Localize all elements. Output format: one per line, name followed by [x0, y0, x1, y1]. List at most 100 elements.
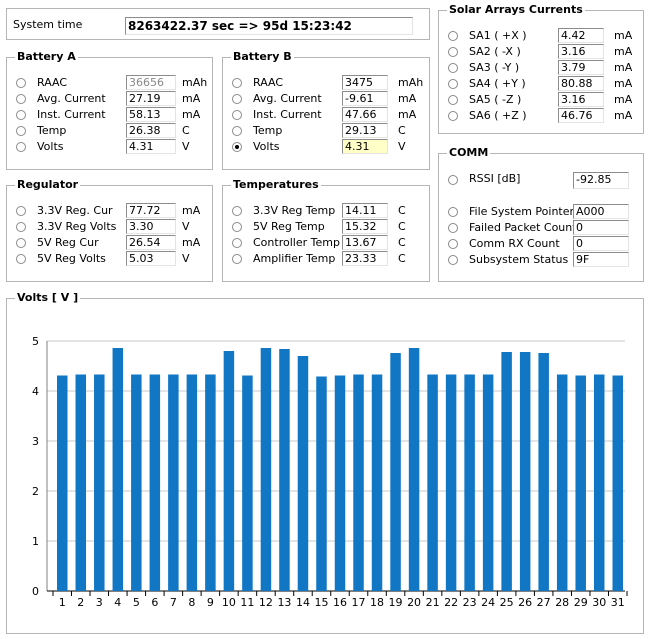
regulator-5v-reg-volts-field[interactable]: 5.03 — [126, 251, 176, 266]
x-tick-label: 14 — [296, 596, 310, 609]
temperatures-controller-temp-radio[interactable] — [232, 238, 242, 248]
temperatures-amplifier-temp-radio[interactable] — [232, 254, 242, 264]
volts-bar — [334, 375, 346, 591]
comm-subsystem-status-field[interactable]: 9F — [573, 252, 629, 267]
solar-sa1-x-field[interactable]: 4.42 — [558, 28, 604, 43]
solar-sa6-z-radio[interactable] — [448, 111, 458, 121]
solar-sa4-y-label: SA4 ( +Y ) — [469, 77, 526, 90]
battery-a-temp-unit: C — [182, 124, 190, 137]
regulator-3-3v-reg-volts-field[interactable]: 3.30 — [126, 219, 176, 234]
battery-a-avg-current-radio[interactable] — [16, 94, 26, 104]
solar-sa5-z-field[interactable]: 3.16 — [558, 92, 604, 107]
battery-a-avg-current-unit: mA — [182, 92, 201, 105]
regulator-3-3v-reg-volts-radio[interactable] — [16, 222, 26, 232]
battery-b-inst-current-field[interactable]: 47.66 — [342, 107, 388, 122]
comm-comm-rx-count-field[interactable]: 0 — [573, 236, 629, 251]
volts-bar — [316, 376, 327, 591]
battery-b-raac-label: RAAC — [253, 76, 284, 89]
regulator-5v-reg-volts-radio[interactable] — [16, 254, 26, 264]
x-tick-label: 29 — [574, 596, 588, 609]
battery-a-volts-field[interactable]: 4.31 — [126, 139, 176, 154]
solar-sa3-y-radio[interactable] — [448, 63, 458, 73]
comm-rssi-radio[interactable] — [448, 175, 458, 185]
regulator-3-3v-reg-volts-unit: V — [182, 220, 190, 233]
temperatures-3-3v-reg-temp-field[interactable]: 14.11 — [342, 203, 388, 218]
x-tick-label: 2 — [77, 596, 84, 609]
regulator-3-3v-reg-cur-radio[interactable] — [16, 206, 26, 216]
volts-bar — [131, 374, 142, 591]
temperatures-5v-reg-temp-radio[interactable] — [232, 222, 242, 232]
battery-a-avg-current-field[interactable]: 27.19 — [126, 91, 176, 106]
solar-sa4-y-field[interactable]: 80.88 — [558, 76, 604, 91]
comm-failed-packet-count-radio[interactable] — [448, 223, 458, 233]
comm-comm-rx-count-radio[interactable] — [448, 239, 458, 249]
battery-a-inst-current-radio[interactable] — [16, 110, 26, 120]
battery-a-temp-radio[interactable] — [16, 126, 26, 136]
battery-b-raac-radio[interactable] — [232, 78, 242, 88]
x-tick-label: 6 — [151, 596, 158, 609]
battery-b-raac-field[interactable]: 3475 — [342, 75, 388, 90]
battery-b-temp-field[interactable]: 29.13 — [342, 123, 388, 138]
comm-file-system-pointer-field[interactable]: A000 — [573, 204, 629, 219]
battery-b-volts-unit: V — [398, 140, 406, 153]
battery-a-volts-radio[interactable] — [16, 142, 26, 152]
battery-b-avg-current-radio[interactable] — [232, 94, 242, 104]
temperatures-controller-temp-field[interactable]: 13.67 — [342, 235, 388, 250]
y-tick-label: 5 — [32, 335, 39, 348]
solar-sa2-x-field[interactable]: 3.16 — [558, 44, 604, 59]
battery-a-avg-current-label: Avg. Current — [37, 92, 106, 105]
temperatures-amplifier-temp-field[interactable]: 23.33 — [342, 251, 388, 266]
temperatures-3-3v-reg-temp-label: 3.3V Reg Temp — [253, 204, 336, 217]
solar-sa1-x-radio[interactable] — [448, 31, 458, 41]
volts-bar — [353, 374, 364, 591]
temperatures-title: Temperatures — [231, 178, 321, 192]
battery-b-temp-unit: C — [398, 124, 406, 137]
comm-rssi-label: RSSI [dB] — [469, 172, 521, 185]
comm-file-system-pointer-radio[interactable] — [448, 207, 458, 217]
temperatures-5v-reg-temp-unit: C — [398, 220, 406, 233]
x-tick-label: 24 — [481, 596, 495, 609]
regulator-5v-reg-cur-radio[interactable] — [16, 238, 26, 248]
x-tick-label: 13 — [277, 596, 291, 609]
regulator-3-3v-reg-cur-field[interactable]: 77.72 — [126, 203, 176, 218]
solar-sa3-y-field[interactable]: 3.79 — [558, 60, 604, 75]
temperatures-5v-reg-temp-field[interactable]: 15.32 — [342, 219, 388, 234]
solar-sa5-z-unit: mA — [614, 93, 633, 106]
comm-failed-packet-count-field[interactable]: 0 — [573, 220, 629, 235]
solar-sa6-z-field[interactable]: 46.76 — [558, 108, 604, 123]
battery-b-inst-current-radio[interactable] — [232, 110, 242, 120]
volts-bar — [75, 374, 87, 591]
regulator-title: Regulator — [15, 178, 81, 192]
temperatures-3-3v-reg-temp-radio[interactable] — [232, 206, 242, 216]
comm-rssi-field[interactable]: -92.85 — [573, 172, 629, 189]
solar-sa5-z-radio[interactable] — [448, 95, 458, 105]
battery-a-inst-current-label: Inst. Current — [37, 108, 106, 121]
battery-b-volts-field[interactable]: 4.31 — [342, 139, 388, 154]
solar-sa4-y-radio[interactable] — [448, 79, 458, 89]
battery-a-volts-unit: V — [182, 140, 190, 153]
battery-a-inst-current-field[interactable]: 58.13 — [126, 107, 176, 122]
solar-sa2-x-radio[interactable] — [448, 47, 458, 57]
comm-subsystem-status-radio[interactable] — [448, 255, 458, 265]
temperatures-panel: Temperatures 3.3V Reg Temp 14.11 C 5V Reg T… — [222, 178, 430, 282]
battery-a-inst-current-unit: mA — [182, 108, 201, 121]
battery-a-raac-radio[interactable] — [16, 78, 26, 88]
solar-sa3-y-unit: mA — [614, 61, 633, 74]
battery-b-volts-label: Volts — [253, 140, 280, 153]
regulator-5v-reg-cur-field[interactable]: 26.54 — [126, 235, 176, 250]
battery-b-title: Battery B — [231, 50, 294, 64]
temperatures-amplifier-temp-label: Amplifier Temp — [253, 252, 336, 265]
system-time-field[interactable]: 8263422.37 sec => 95d 15:23:42 — [125, 17, 413, 35]
battery-b-avg-current-label: Avg. Current — [253, 92, 322, 105]
battery-b-avg-current-field[interactable]: -9.61 — [342, 91, 388, 106]
temperatures-5v-reg-temp-label: 5V Reg Temp — [253, 220, 325, 233]
volts-bar — [538, 353, 549, 591]
battery-b-temp-radio[interactable] — [232, 126, 242, 136]
temperatures-3-3v-reg-temp-unit: C — [398, 204, 406, 217]
battery-a-temp-field[interactable]: 26.38 — [126, 123, 176, 138]
y-tick-label: 1 — [32, 535, 39, 548]
battery-a-raac-field[interactable]: 36656 — [126, 75, 176, 90]
volts-bar — [279, 349, 290, 591]
x-tick-label: 31 — [611, 596, 625, 609]
battery-b-volts-radio[interactable] — [232, 142, 242, 152]
